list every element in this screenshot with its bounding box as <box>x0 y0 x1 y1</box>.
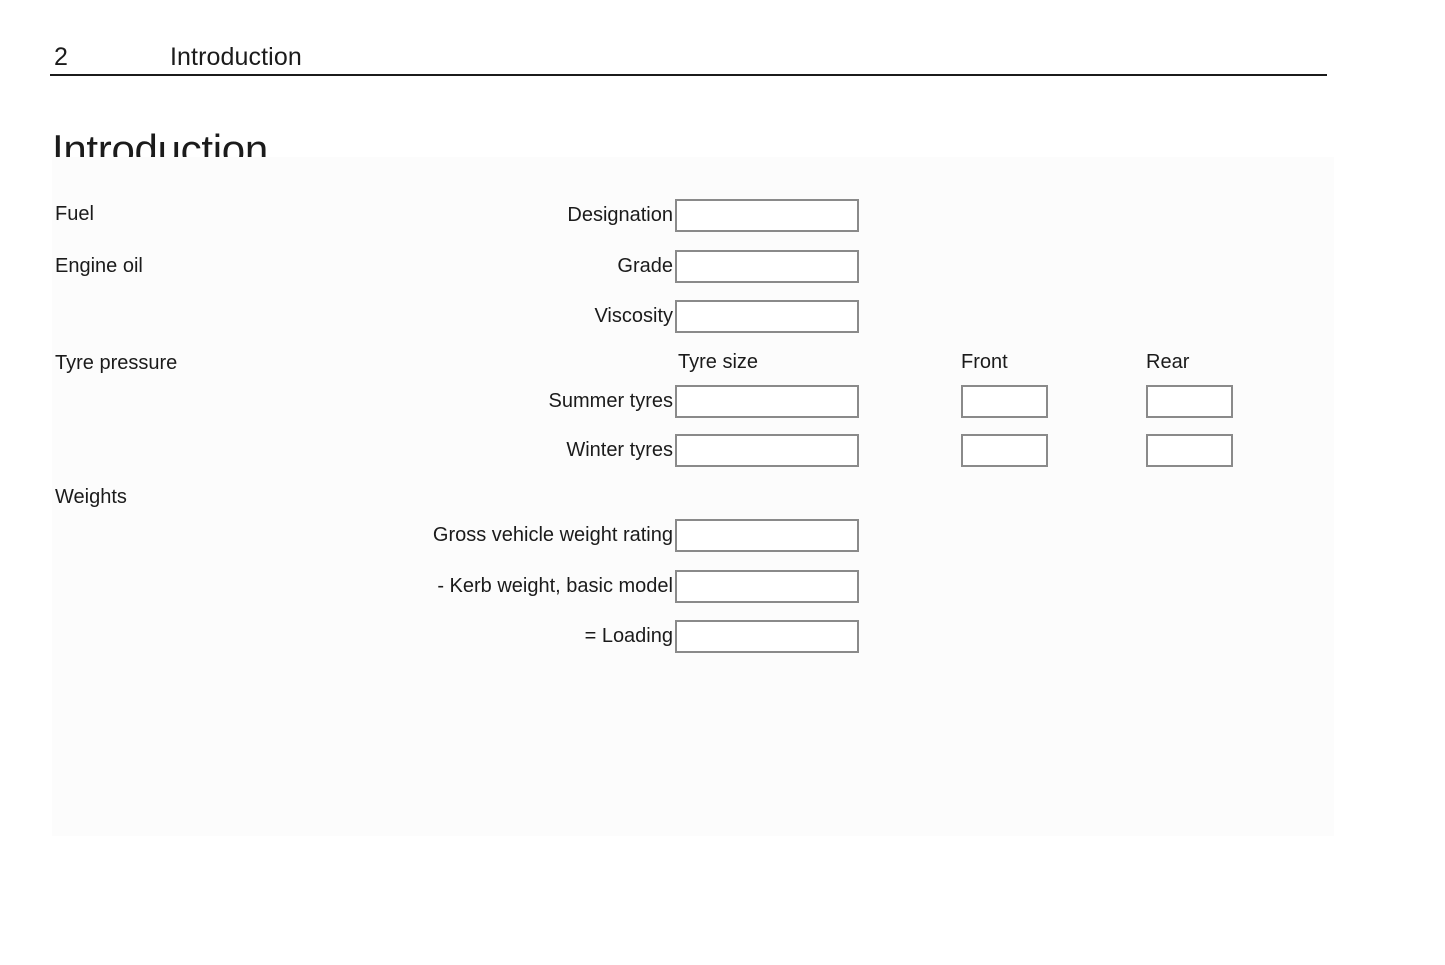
section-heading-engine-oil: Engine oil <box>55 255 143 277</box>
input-summer-tyres-rear[interactable] <box>1146 385 1233 418</box>
label-gross-vehicle-weight-rating: Gross vehicle weight rating <box>432 524 673 546</box>
input-summer-tyres-size[interactable] <box>675 385 859 418</box>
input-fuel-designation[interactable] <box>675 199 859 232</box>
section-heading-weights: Weights <box>55 486 127 508</box>
label-loading: = Loading <box>584 625 673 647</box>
label-engine-oil-grade: Grade <box>617 255 673 277</box>
input-summer-tyres-front[interactable] <box>961 385 1048 418</box>
section-heading-tyre-pressure: Tyre pressure <box>55 352 178 374</box>
label-winter-tyres: Winter tyres <box>566 439 673 461</box>
page-number: 2 <box>54 43 69 71</box>
label-engine-oil-viscosity: Viscosity <box>594 305 673 327</box>
input-loading[interactable] <box>675 620 859 653</box>
column-header-rear: Rear <box>1146 351 1190 373</box>
label-kerb-weight-basic-model: - Kerb weight, basic model <box>437 575 673 597</box>
label-designation: Designation <box>567 204 673 226</box>
page-running-header: 2 Introduction <box>50 42 1327 76</box>
column-header-front: Front <box>961 351 1008 373</box>
input-winter-tyres-rear[interactable] <box>1146 434 1233 467</box>
header-divider-rule <box>50 74 1327 76</box>
input-engine-oil-grade[interactable] <box>675 250 859 283</box>
vehicle-data-form-panel: Fuel Designation Engine oil Grade Viscos… <box>52 157 1334 836</box>
input-winter-tyres-size[interactable] <box>675 434 859 467</box>
label-summer-tyres: Summer tyres <box>548 390 673 412</box>
input-gross-vehicle-weight-rating[interactable] <box>675 519 859 552</box>
section-heading-fuel: Fuel <box>55 203 94 225</box>
input-kerb-weight-basic-model[interactable] <box>675 570 859 603</box>
column-header-tyre-size: Tyre size <box>678 351 759 373</box>
input-winter-tyres-front[interactable] <box>961 434 1048 467</box>
header-chapter-name: Introduction <box>170 43 302 71</box>
input-engine-oil-viscosity[interactable] <box>675 300 859 333</box>
